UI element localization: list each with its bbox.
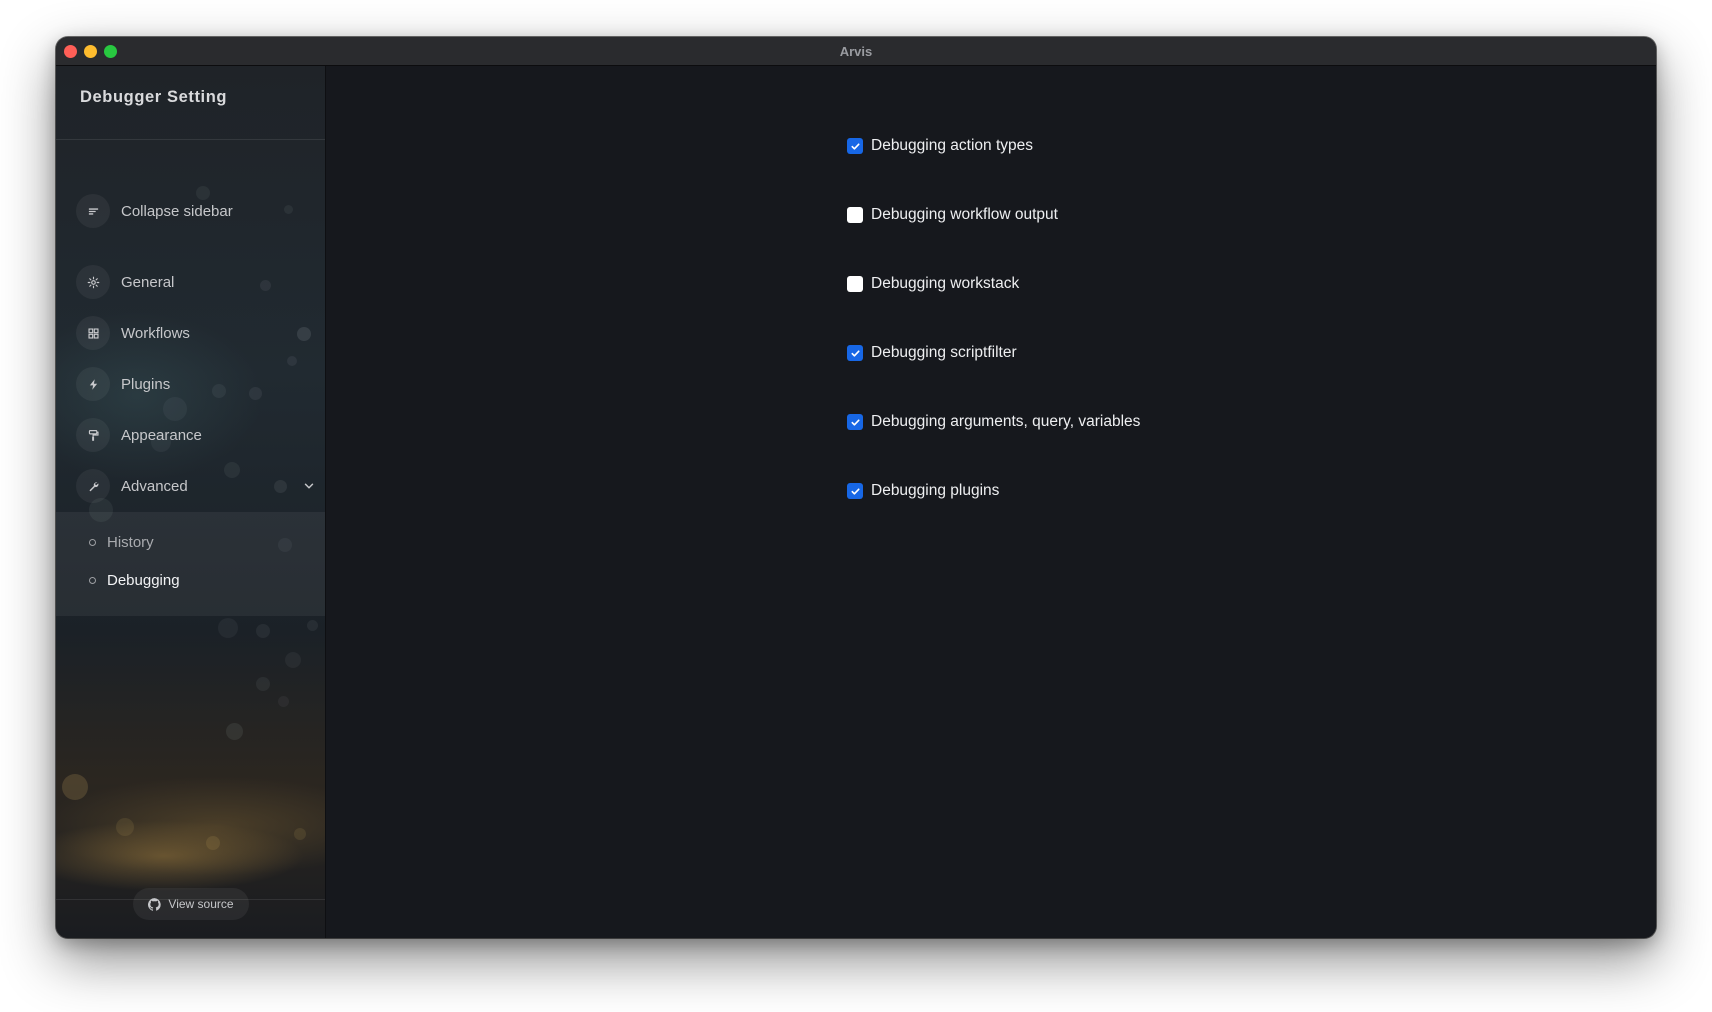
paint-roller-icon <box>76 418 110 452</box>
submenu-item-debugging[interactable]: Debugging <box>89 569 180 591</box>
bokeh-decoration <box>62 774 88 800</box>
option-label: Debugging scriptfilter <box>871 344 1017 361</box>
bokeh-decoration <box>278 696 289 707</box>
checkmark-icon <box>850 349 860 357</box>
checkmark-icon <box>850 418 860 426</box>
app-window: Arvis Debugger Setting Collapse sidebar … <box>56 37 1656 938</box>
bokeh-decoration <box>256 677 270 691</box>
checkmark-icon <box>850 487 860 495</box>
github-icon <box>148 897 162 911</box>
bokeh-decoration <box>287 356 297 366</box>
bokeh-decoration <box>116 818 134 836</box>
option-label: Debugging workstack <box>871 275 1020 292</box>
grid-icon <box>76 316 110 350</box>
bolt-icon <box>76 367 110 401</box>
option-label: Debugging workflow output <box>871 206 1058 223</box>
option-debugging-scriptfilter[interactable]: Debugging scriptfilter <box>847 341 1017 365</box>
collapse-icon <box>76 194 110 228</box>
circle-bullet-icon <box>89 538 96 546</box>
collapse-sidebar-label: Collapse sidebar <box>121 202 233 220</box>
view-source-button[interactable]: View source <box>133 888 249 920</box>
collapse-sidebar-button[interactable]: Collapse sidebar <box>76 193 316 229</box>
sidebar-item-label: General <box>121 273 175 291</box>
checkmark-icon <box>850 142 860 150</box>
window-title: Arvis <box>839 44 873 59</box>
bokeh-decoration <box>206 836 220 850</box>
option-debugging-workstack[interactable]: Debugging workstack <box>847 272 1019 296</box>
main-content: Debugging action types Debugging workflo… <box>327 66 1656 938</box>
bokeh-decoration <box>226 723 243 740</box>
checkbox[interactable] <box>847 414 863 430</box>
sidebar-item-label: Workflows <box>121 324 190 342</box>
bokeh-decoration <box>285 652 301 668</box>
sidebar-item-label: Plugins <box>121 375 171 393</box>
checkbox[interactable] <box>847 138 863 154</box>
gear-icon <box>76 265 110 299</box>
view-source-label: View source <box>168 897 234 911</box>
circle-bullet-icon <box>89 576 96 584</box>
checkbox[interactable] <box>847 276 863 292</box>
bokeh-decoration <box>256 624 270 638</box>
submenu-item-label: Debugging <box>107 571 180 589</box>
sidebar-item-appearance[interactable]: Appearance <box>76 417 316 453</box>
option-debugging-arguments-query-variables[interactable]: Debugging arguments, query, variables <box>847 410 1140 434</box>
sidebar-item-general[interactable]: General <box>76 264 316 300</box>
advanced-submenu: History Debugging <box>56 512 325 616</box>
option-debugging-workflow-output[interactable]: Debugging workflow output <box>847 203 1058 227</box>
sidebar-item-plugins[interactable]: Plugins <box>76 366 316 402</box>
chevron-down-icon <box>304 483 314 489</box>
option-label: Debugging arguments, query, variables <box>871 413 1141 430</box>
option-debugging-action-types[interactable]: Debugging action types <box>847 134 1033 158</box>
sidebar-title: Debugger Setting <box>80 88 228 106</box>
sidebar-item-workflows[interactable]: Workflows <box>76 315 316 351</box>
bokeh-decoration <box>218 618 238 638</box>
checkbox[interactable] <box>847 207 863 223</box>
sidebar-item-label: Appearance <box>121 426 202 444</box>
sidebar: Debugger Setting Collapse sidebar Genera… <box>56 66 326 938</box>
checkbox[interactable] <box>847 483 863 499</box>
option-label: Debugging plugins <box>871 482 1000 499</box>
sidebar-item-advanced[interactable]: Advanced <box>76 468 316 504</box>
wrench-icon <box>76 469 110 503</box>
submenu-item-history[interactable]: History <box>89 531 154 553</box>
submenu-item-label: History <box>107 533 154 551</box>
bokeh-decoration <box>294 828 306 840</box>
bokeh-decoration <box>307 620 318 631</box>
checkbox[interactable] <box>847 345 863 361</box>
option-label: Debugging action types <box>871 137 1034 154</box>
sidebar-item-label: Advanced <box>121 477 188 495</box>
title-bar: Arvis <box>56 37 1656 66</box>
sidebar-header: Debugger Setting <box>56 66 325 140</box>
option-debugging-plugins[interactable]: Debugging plugins <box>847 479 999 503</box>
